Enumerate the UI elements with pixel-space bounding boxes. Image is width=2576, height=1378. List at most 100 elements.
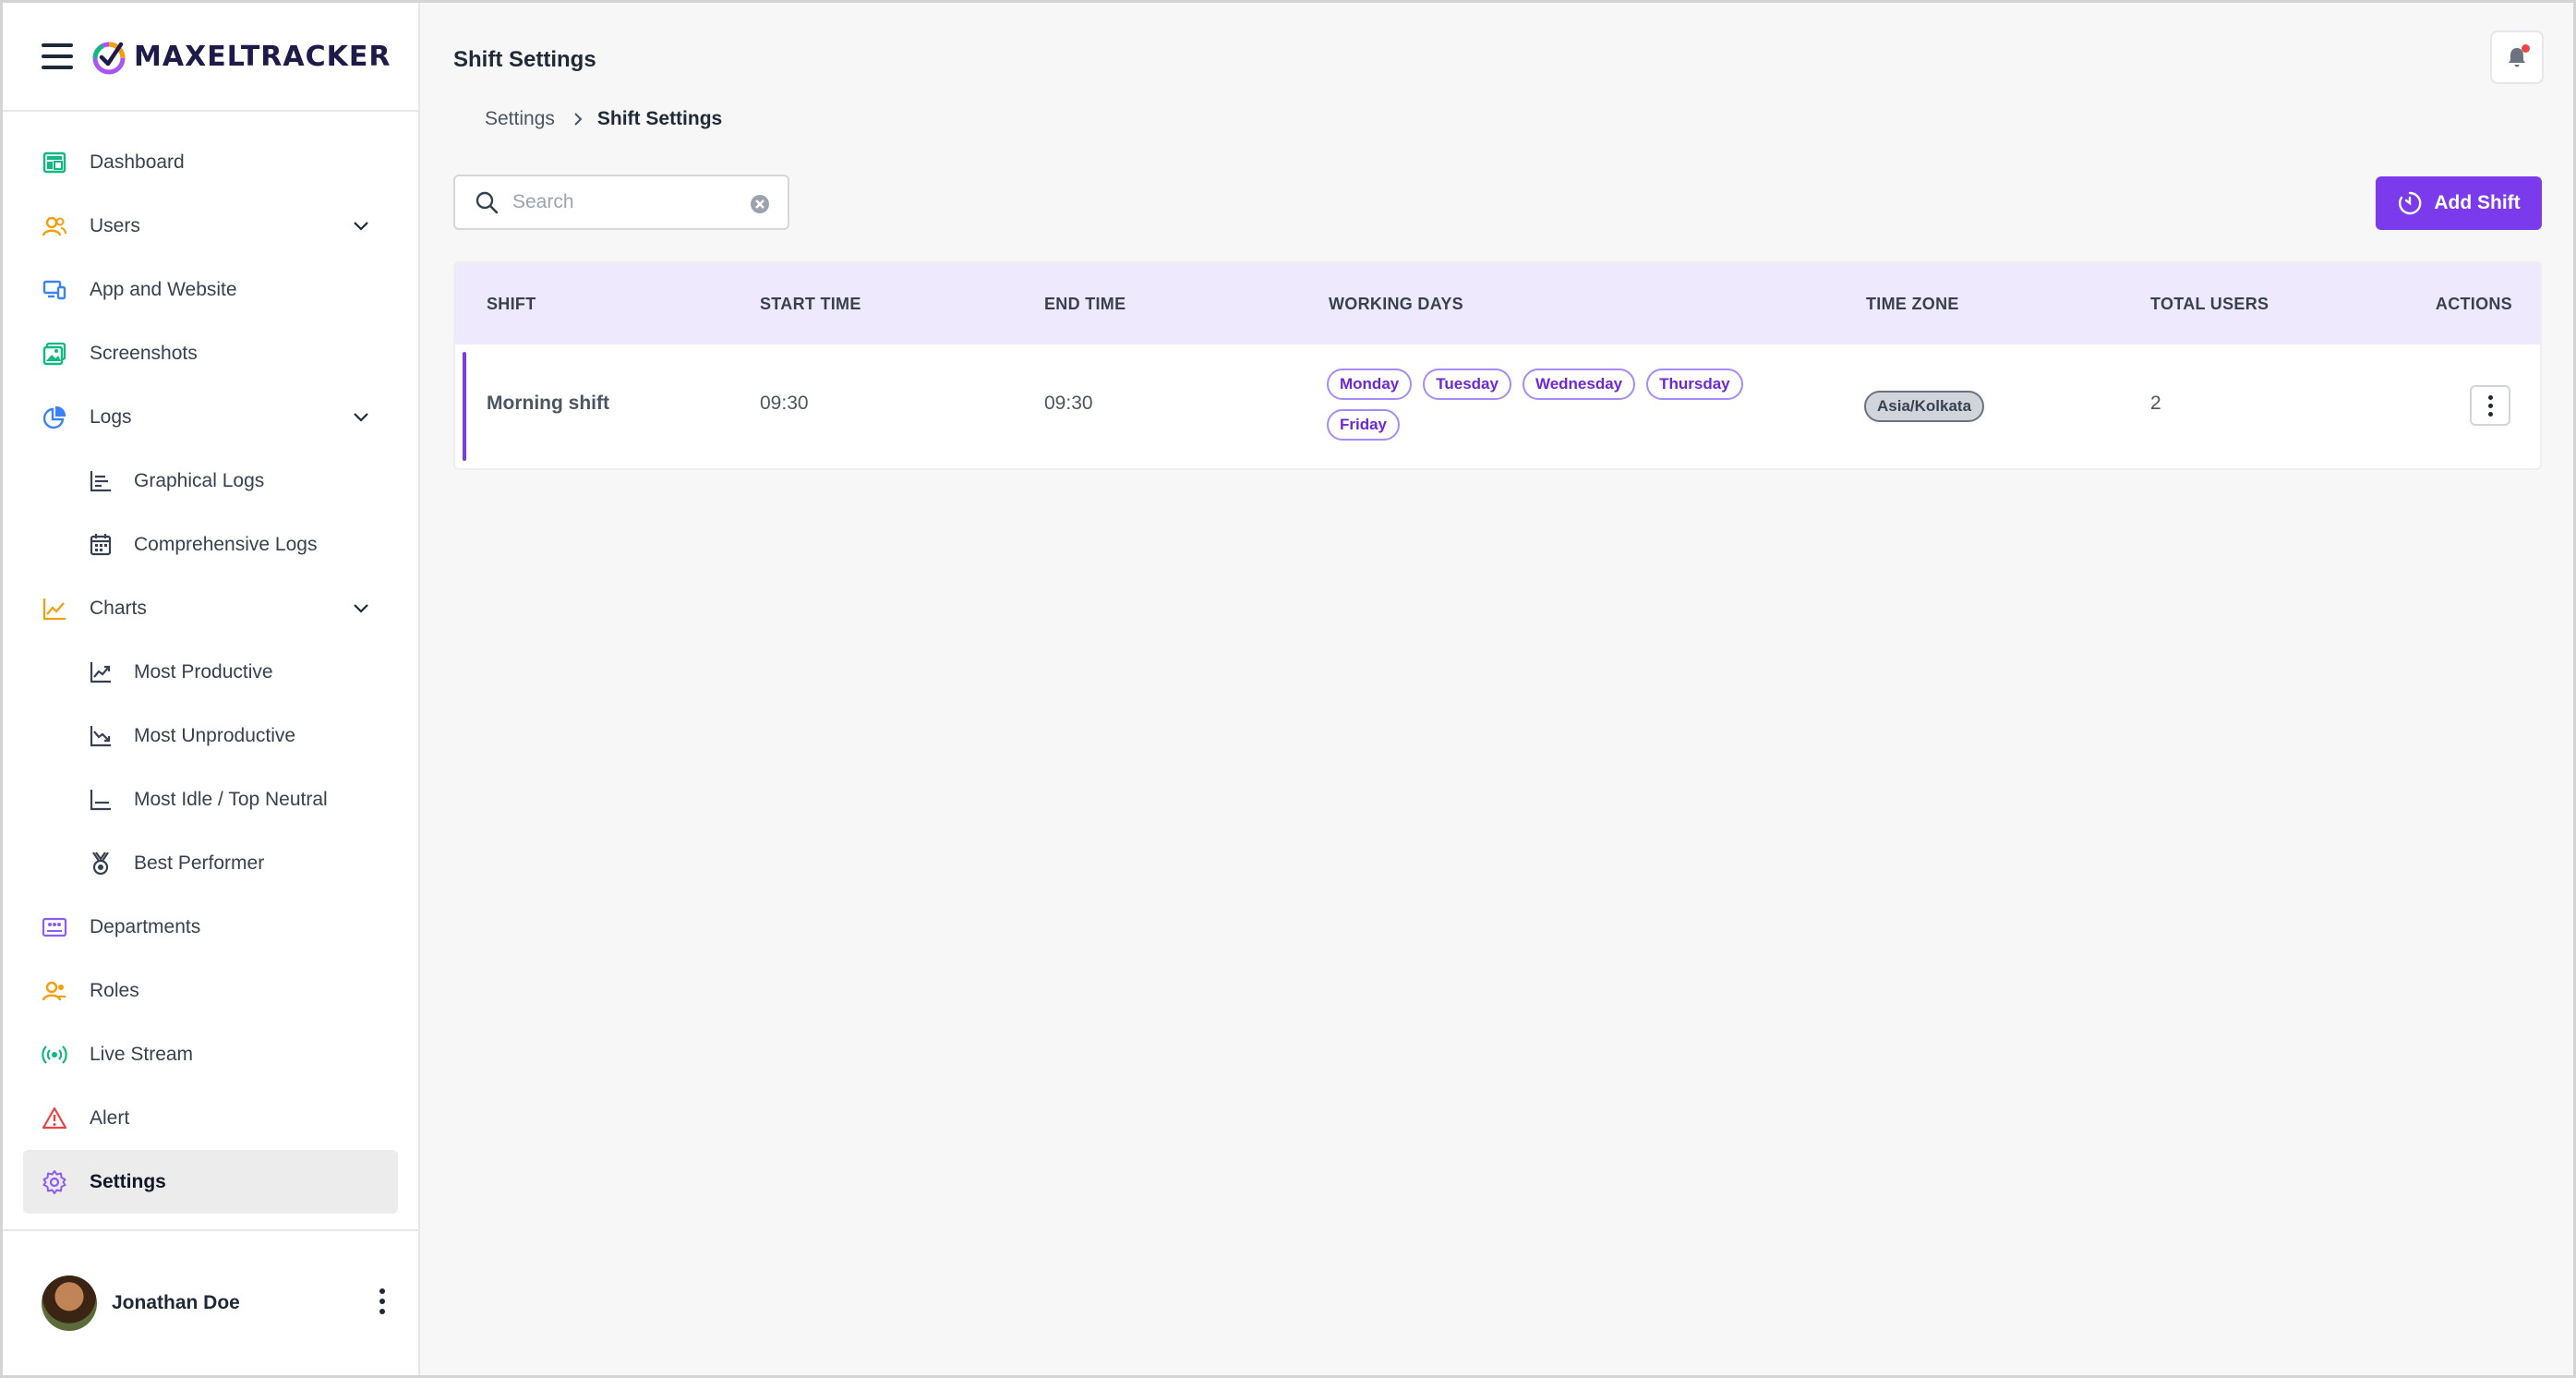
column-header-end-time: END TIME <box>1044 295 1126 313</box>
sidebar-item-users[interactable]: Users <box>23 194 398 258</box>
sidebar-item-settings[interactable]: Settings <box>23 1150 398 1214</box>
user-name: Jonathan Doe <box>112 1292 240 1313</box>
menu-toggle-icon[interactable] <box>42 43 73 69</box>
search-icon <box>475 191 499 214</box>
brand-name: MAXELTRACKER <box>134 40 391 73</box>
logo-mark-icon <box>92 42 126 75</box>
notifications-button[interactable] <box>2490 30 2544 84</box>
medal-icon <box>88 851 114 876</box>
trend-down-icon <box>88 723 114 749</box>
column-header-working-days: WORKING DAYS <box>1329 295 1463 313</box>
column-header-shift: SHIFT <box>487 295 536 313</box>
sidebar-item-label: Graphical Logs <box>134 469 265 491</box>
sidebar-item-most-productive[interactable]: Most Productive <box>23 640 398 704</box>
sidebar-item-label: Best Performer <box>134 852 265 874</box>
column-header-start-time: START TIME <box>760 295 861 313</box>
sidebar-item-label: Screenshots <box>90 342 198 364</box>
sidebar-item-label: Comprehensive Logs <box>134 533 318 555</box>
sidebar-item-screenshots[interactable]: Screenshots <box>23 321 398 385</box>
sidebar-nav: Dashboard Users App and Website Screensh… <box>3 112 418 1214</box>
sidebar-item-label: Most Productive <box>134 660 273 683</box>
sidebar-item-label: App and Website <box>90 278 237 300</box>
shifts-table: SHIFT START TIME END TIME WORKING DAYS T… <box>453 261 2542 470</box>
table-row[interactable]: Morning shift 09:30 09:30 Monday Tuesday… <box>455 344 2540 468</box>
sidebar-item-charts[interactable]: Charts <box>23 576 398 640</box>
sidebar-item-alert[interactable]: Alert <box>23 1086 398 1150</box>
app-window: MAXELTRACKER Dashboard Users App and Web… <box>0 0 2576 1378</box>
day-chip: Monday <box>1327 369 1413 400</box>
sidebar-item-departments[interactable]: Departments <box>23 895 398 959</box>
day-chip: Thursday <box>1646 369 1743 400</box>
sidebar-item-comprehensive-logs[interactable]: Comprehensive Logs <box>23 513 398 576</box>
sidebar-item-most-unproductive[interactable]: Most Unproductive <box>23 704 398 768</box>
devices-icon <box>42 277 67 303</box>
sidebar-item-label: Users <box>90 214 140 236</box>
day-chip: Tuesday <box>1423 369 1511 400</box>
sidebar-item-label: Alert <box>90 1106 130 1129</box>
sidebar-item-label: Departments <box>90 915 201 937</box>
sidebar-item-label: Logs <box>90 405 132 428</box>
trend-flat-icon <box>88 787 114 813</box>
sidebar-item-most-idle[interactable]: Most Idle / Top Neutral <box>23 768 398 831</box>
sidebar-item-logs[interactable]: Logs <box>23 385 398 449</box>
avatar[interactable] <box>42 1275 97 1331</box>
search-input[interactable] <box>512 191 734 213</box>
sidebar: MAXELTRACKER Dashboard Users App and Web… <box>3 3 420 1375</box>
sidebar-item-label: Settings <box>90 1170 166 1192</box>
broadcast-icon <box>42 1042 67 1068</box>
sidebar-item-best-performer[interactable]: Best Performer <box>23 831 398 895</box>
sidebar-item-dashboard[interactable]: Dashboard <box>23 130 398 194</box>
add-shift-button[interactable]: Add Shift <box>2376 176 2542 230</box>
departments-icon <box>42 914 67 940</box>
trend-up-icon <box>88 659 114 685</box>
breadcrumb-current: Shift Settings <box>596 108 723 129</box>
time-zone-badge: Asia/Kolkata <box>1864 391 1985 422</box>
sidebar-item-live-stream[interactable]: Live Stream <box>23 1022 398 1086</box>
sidebar-item-label: Roles <box>90 979 139 1001</box>
bar-chart-icon <box>88 468 114 494</box>
gear-icon <box>42 1169 67 1195</box>
image-icon <box>42 341 67 367</box>
working-days: Monday Tuesday Wednesday Thursday Friday <box>1327 369 1770 441</box>
shift-name: Morning shift <box>487 393 609 414</box>
row-actions-button[interactable] <box>2470 385 2510 426</box>
logo[interactable]: MAXELTRACKER <box>90 37 391 76</box>
line-chart-icon <box>42 596 67 622</box>
total-users: 2 <box>2150 393 2161 414</box>
dashboard-icon <box>42 150 67 175</box>
more-vertical-icon[interactable] <box>370 1283 394 1320</box>
roles-icon <box>42 978 67 1004</box>
breadcrumb-settings-link[interactable]: Settings <box>485 108 555 130</box>
user-profile[interactable]: Jonathan Doe <box>3 1229 418 1375</box>
sidebar-item-label: Live Stream <box>90 1043 194 1065</box>
column-header-time-zone: TIME ZONE <box>1866 295 1959 313</box>
sidebar-item-label: Charts <box>90 597 147 619</box>
day-chip: Wednesday <box>1522 369 1636 400</box>
sidebar-item-app-and-website[interactable]: App and Website <box>23 258 398 321</box>
column-header-total-users: TOTAL USERS <box>2150 295 2269 313</box>
clear-search-icon[interactable] <box>749 193 771 215</box>
main-content: Shift Settings Settings Shift Settings A… <box>420 3 2573 1375</box>
sidebar-item-label: Most Idle / Top Neutral <box>134 788 328 810</box>
chevron-down-icon[interactable] <box>350 597 372 619</box>
breadcrumb: Settings Shift Settings <box>485 108 722 130</box>
sidebar-item-label: Dashboard <box>90 151 185 173</box>
timer-icon <box>2399 191 2422 215</box>
users-icon <box>42 213 67 239</box>
brand-bar: MAXELTRACKER <box>3 3 418 112</box>
add-shift-label: Add Shift <box>2434 192 2521 213</box>
sidebar-item-roles[interactable]: Roles <box>23 959 398 1022</box>
search-box <box>453 175 789 230</box>
chevron-right-icon <box>574 113 583 126</box>
calendar-icon <box>88 532 114 558</box>
chevron-down-icon[interactable] <box>350 214 372 236</box>
notification-badge <box>2522 44 2530 53</box>
start-time: 09:30 <box>760 393 809 414</box>
chevron-down-icon[interactable] <box>350 405 372 428</box>
end-time: 09:30 <box>1044 393 1093 414</box>
sidebar-item-label: Most Unproductive <box>134 724 296 746</box>
column-header-actions: ACTIONS <box>2435 295 2512 313</box>
pie-chart-icon <box>42 405 67 430</box>
sidebar-item-graphical-logs[interactable]: Graphical Logs <box>23 449 398 513</box>
table-header: SHIFT START TIME END TIME WORKING DAYS T… <box>455 263 2540 344</box>
